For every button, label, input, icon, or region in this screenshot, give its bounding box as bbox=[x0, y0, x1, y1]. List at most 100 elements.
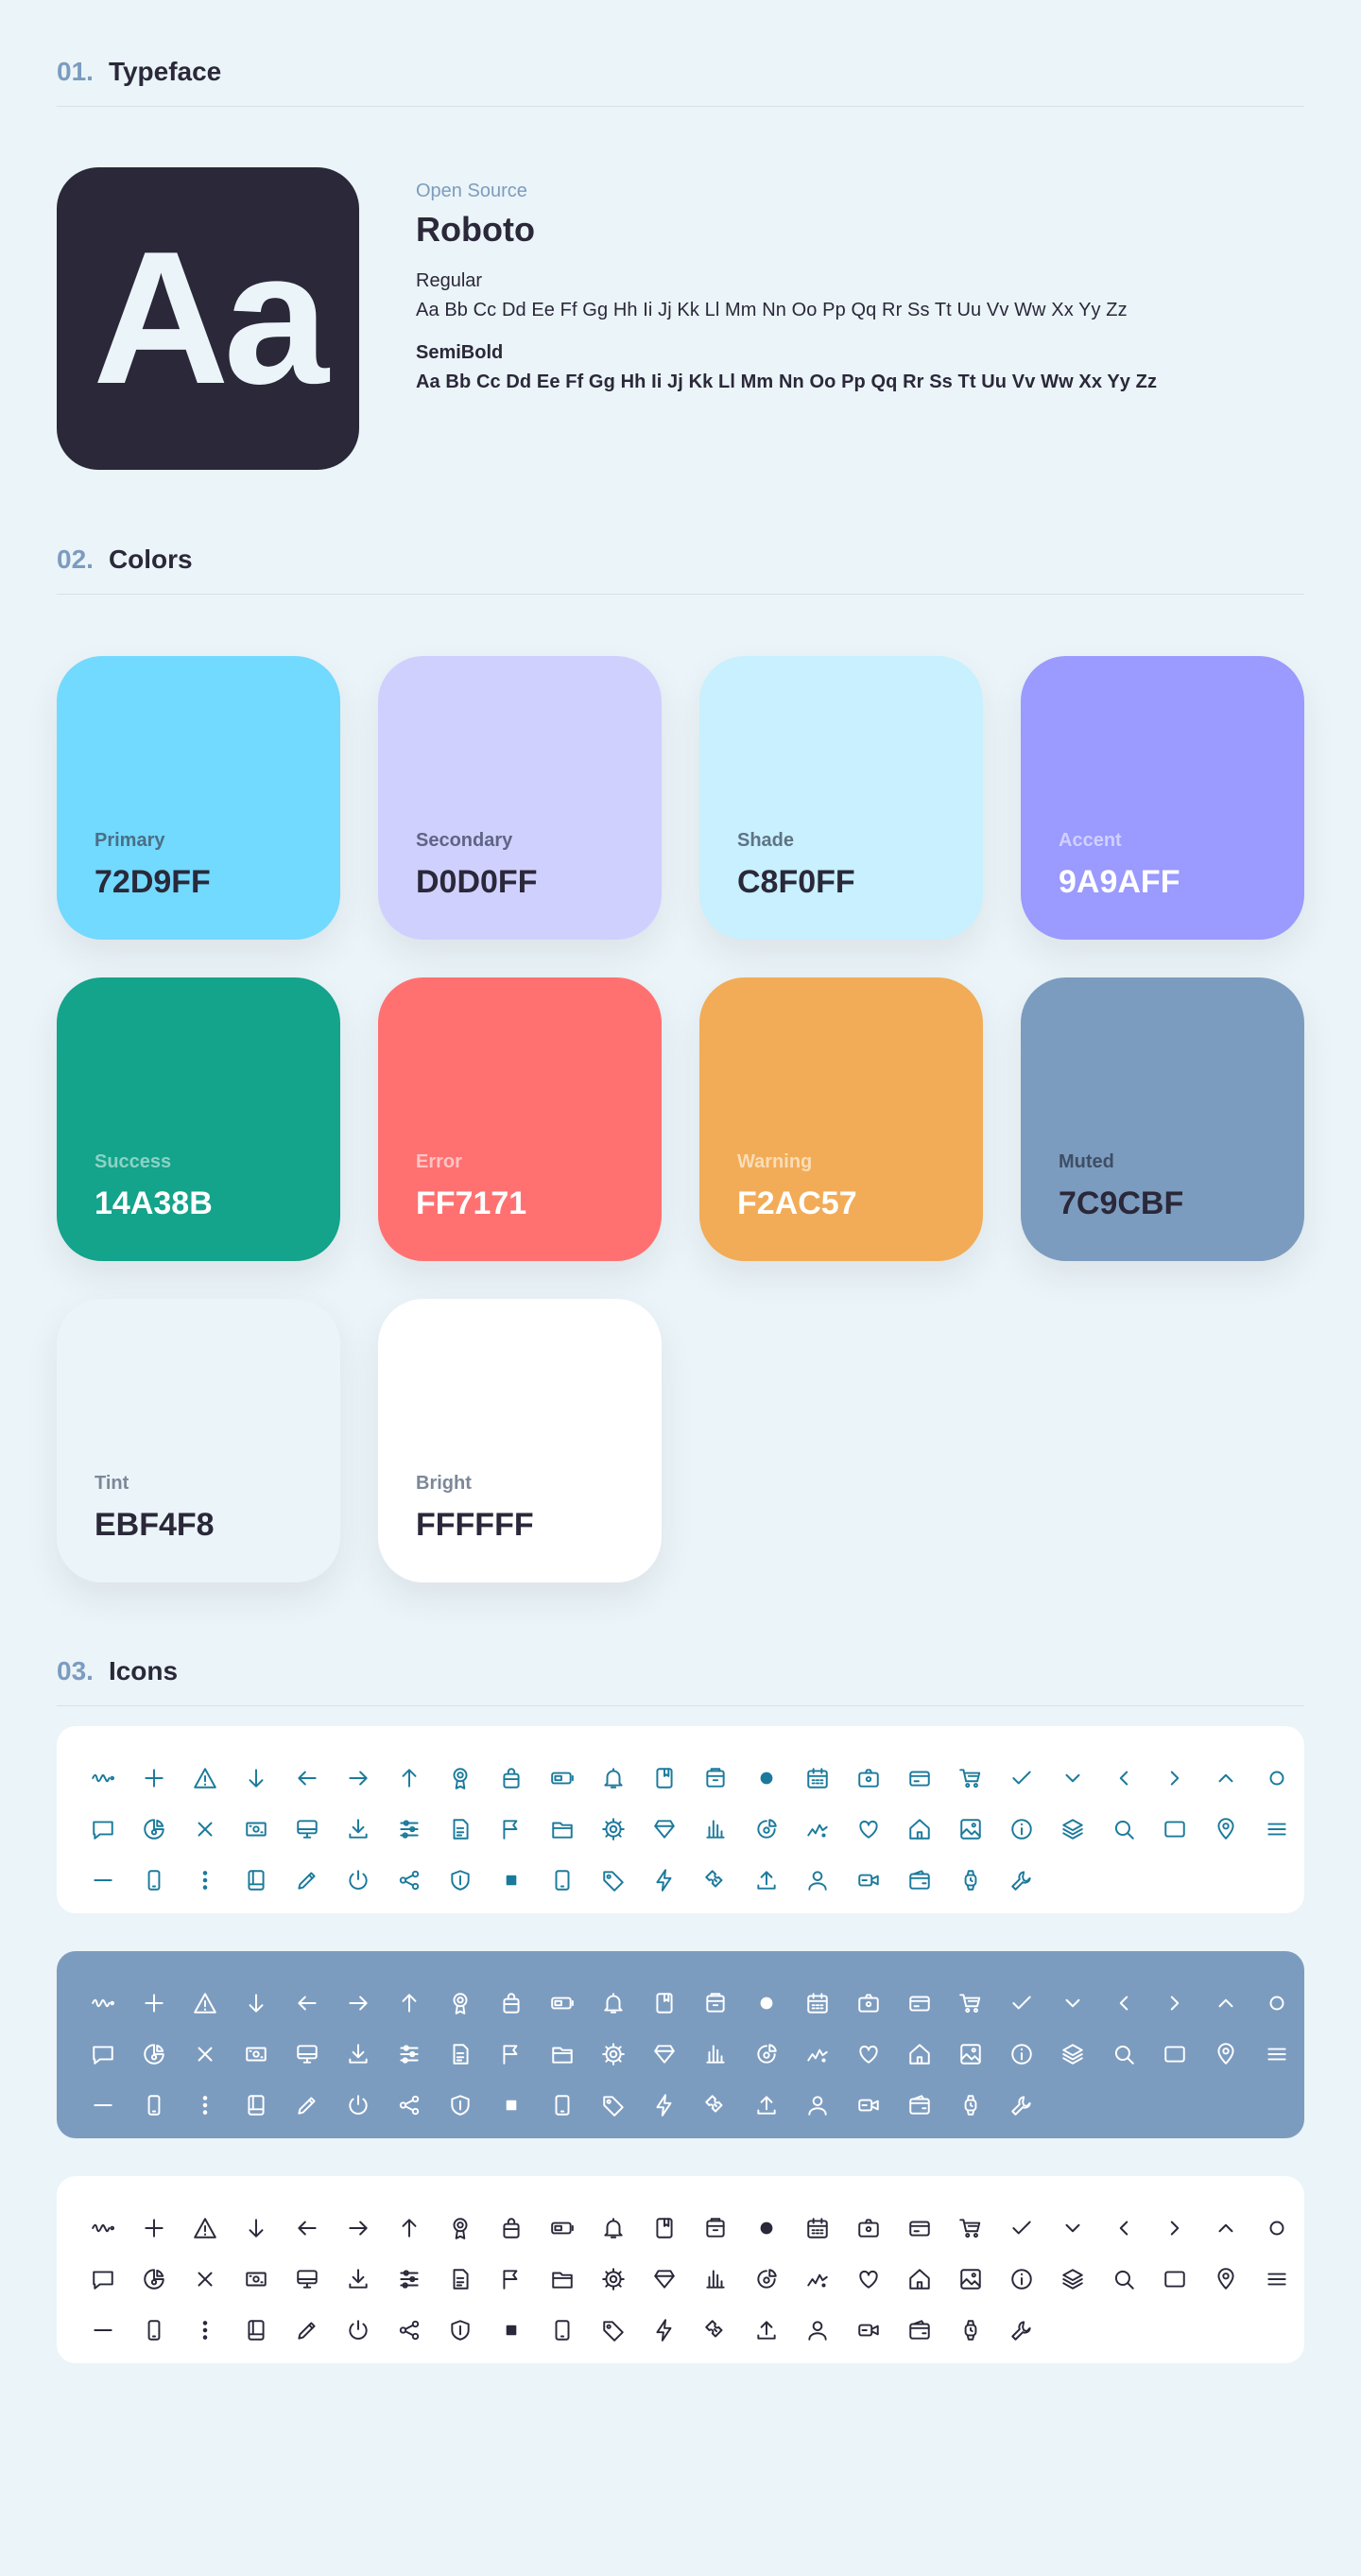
camera-icon bbox=[843, 1753, 894, 1804]
layers-icon bbox=[1047, 2254, 1098, 2305]
chevron-up-icon bbox=[1200, 1978, 1251, 2029]
swatch-hex: FFFFFF bbox=[416, 1507, 534, 1543]
pencil-icon bbox=[282, 1855, 333, 1906]
tablet-icon bbox=[537, 2080, 588, 2131]
typeface-sample-tile: Aa bbox=[57, 167, 359, 470]
color-swatch-grid: Primary 72D9FF Secondary D0D0FF Shade C8F0FF A… bbox=[57, 656, 1304, 1582]
tablet-icon bbox=[537, 1855, 588, 1906]
home-icon bbox=[894, 2029, 945, 2080]
bar-chart-icon bbox=[690, 2254, 741, 2305]
award-icon bbox=[435, 2203, 486, 2254]
more-vertical-icon bbox=[180, 2080, 231, 2131]
arrow-right-icon bbox=[333, 1753, 384, 1804]
chevron-right-icon bbox=[1149, 2203, 1200, 2254]
icon-row bbox=[78, 2305, 1304, 2356]
location-icon bbox=[1200, 2254, 1251, 2305]
chat-icon bbox=[78, 1804, 129, 1855]
swatch-hex: 72D9FF bbox=[95, 864, 211, 900]
lightning-icon bbox=[639, 2305, 690, 2356]
stats-icon bbox=[792, 2029, 843, 2080]
chevron-down-icon bbox=[1047, 2203, 1098, 2254]
arrow-up-icon bbox=[384, 1753, 435, 1804]
wallet-icon bbox=[894, 2305, 945, 2356]
swatch-label: Muted bbox=[1059, 1151, 1114, 1172]
video-icon bbox=[843, 1855, 894, 1906]
color-swatch-warning: Warning F2AC57 bbox=[699, 977, 983, 1261]
user-icon bbox=[792, 1855, 843, 1906]
chevron-left-icon bbox=[1098, 1753, 1149, 1804]
menu-icon bbox=[1251, 2029, 1302, 2080]
arrow-left-icon bbox=[282, 1753, 333, 1804]
wallet-icon bbox=[894, 1855, 945, 1906]
icon-row bbox=[78, 2080, 1304, 2131]
user-icon bbox=[792, 2305, 843, 2356]
close-icon bbox=[180, 2254, 231, 2305]
document-icon bbox=[435, 2254, 486, 2305]
dot-icon bbox=[741, 2203, 792, 2254]
flag-icon bbox=[486, 2254, 537, 2305]
folder-icon bbox=[537, 2254, 588, 2305]
arrow-down-icon bbox=[231, 1753, 282, 1804]
card-icon bbox=[894, 1978, 945, 2029]
upload-icon bbox=[741, 2080, 792, 2131]
weight-label-semibold: SemiBold bbox=[416, 342, 504, 363]
weight-label-regular: Regular bbox=[416, 270, 483, 291]
icon-row bbox=[78, 1855, 1304, 1906]
power-icon bbox=[333, 2305, 384, 2356]
ticket-icon bbox=[690, 2305, 741, 2356]
camera-icon bbox=[843, 2203, 894, 2254]
heart-icon bbox=[843, 2029, 894, 2080]
plus-icon bbox=[129, 1753, 180, 1804]
watch-icon bbox=[945, 2080, 996, 2131]
section-header: 02. Colors bbox=[57, 545, 1304, 595]
font-name: Roboto bbox=[416, 210, 535, 249]
swatch-hex: F2AC57 bbox=[737, 1185, 857, 1221]
bell-icon bbox=[588, 1753, 639, 1804]
window-icon bbox=[1149, 2254, 1200, 2305]
alphabet-semibold: Aa Bb Cc Dd Ee Ff Gg Hh Ii Jj Kk Ll Mm N… bbox=[416, 372, 1158, 392]
bar-chart-icon bbox=[690, 1804, 741, 1855]
award-icon bbox=[435, 1753, 486, 1804]
lightning-icon bbox=[639, 1855, 690, 1906]
stop-icon bbox=[486, 2305, 537, 2356]
chevron-left-icon bbox=[1098, 2203, 1149, 2254]
swatch-hex: EBF4F8 bbox=[95, 1507, 215, 1543]
bookmark-icon bbox=[639, 1753, 690, 1804]
phone-icon bbox=[129, 2305, 180, 2356]
circle-icon bbox=[1251, 1978, 1302, 2029]
color-swatch-secondary: Secondary D0D0FF bbox=[378, 656, 662, 940]
icon-row bbox=[78, 2203, 1304, 2254]
box-icon bbox=[690, 1753, 741, 1804]
image-icon bbox=[945, 2254, 996, 2305]
tag-icon bbox=[588, 2305, 639, 2356]
bag-icon bbox=[486, 2203, 537, 2254]
activity-icon bbox=[78, 1978, 129, 2029]
bookmark-icon bbox=[639, 1978, 690, 2029]
section-number: 03. bbox=[57, 1656, 94, 1686]
circle-icon bbox=[1251, 2203, 1302, 2254]
typeface-info: Open Source Roboto Regular Aa Bb Cc Dd E… bbox=[416, 167, 1157, 470]
dot-icon bbox=[741, 1753, 792, 1804]
colors-section: 02. Colors Primary 72D9FF Secondary D0D0FF S… bbox=[57, 545, 1304, 1582]
folder-icon bbox=[537, 2029, 588, 2080]
diamond-icon bbox=[639, 1804, 690, 1855]
diamond-icon bbox=[639, 2029, 690, 2080]
swatch-hex: 7C9CBF bbox=[1059, 1185, 1184, 1221]
folder-icon bbox=[537, 1804, 588, 1855]
battery-icon bbox=[537, 2203, 588, 2254]
download-icon bbox=[333, 1804, 384, 1855]
check-icon bbox=[996, 2203, 1047, 2254]
pencil-icon bbox=[282, 2305, 333, 2356]
battery-icon bbox=[537, 1978, 588, 2029]
window-icon bbox=[1149, 1804, 1200, 1855]
document-icon bbox=[435, 1804, 486, 1855]
arrow-up-icon bbox=[384, 2203, 435, 2254]
window-icon bbox=[1149, 2029, 1200, 2080]
close-icon bbox=[180, 1804, 231, 1855]
activity-icon bbox=[78, 1753, 129, 1804]
stop-icon bbox=[486, 2080, 537, 2131]
arrow-left-icon bbox=[282, 1978, 333, 2029]
minus-icon bbox=[78, 2305, 129, 2356]
swatch-label: Bright bbox=[416, 1473, 472, 1494]
section-number: 01. bbox=[57, 57, 94, 86]
